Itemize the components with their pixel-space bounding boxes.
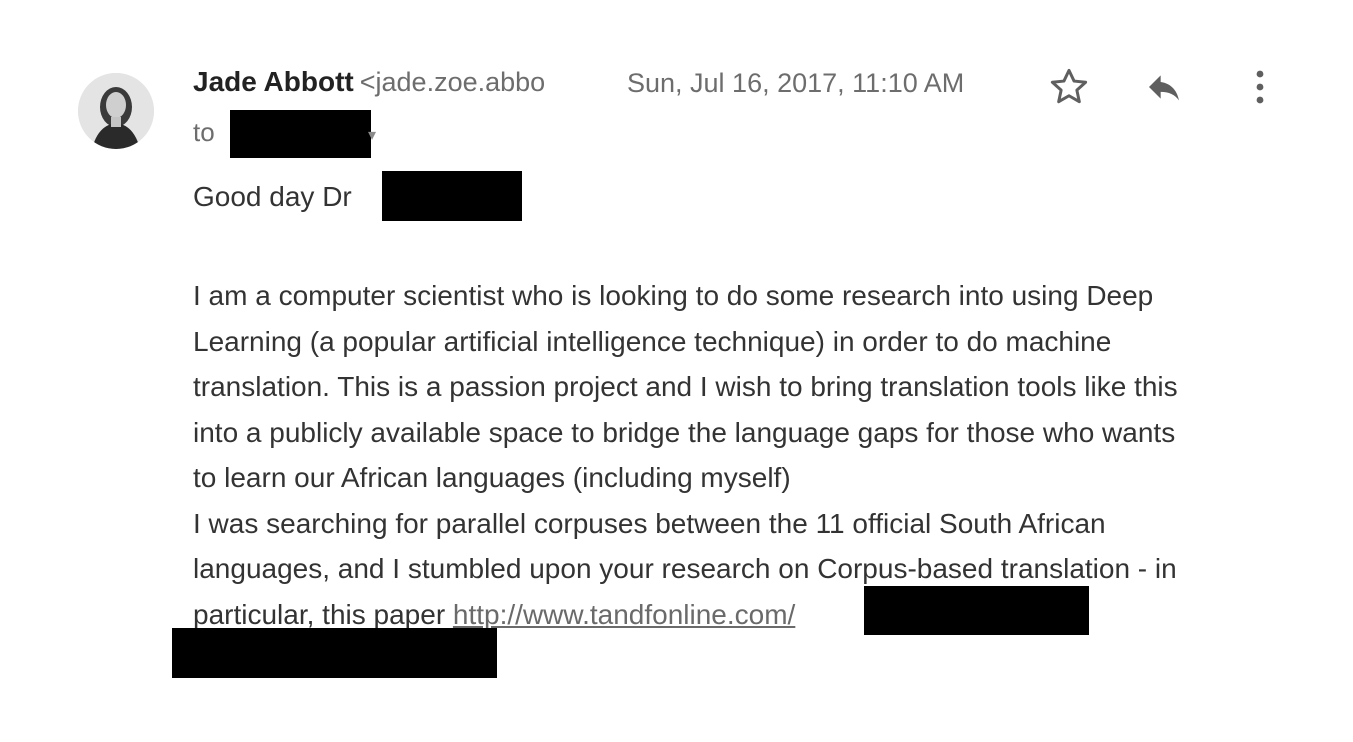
sender-name[interactable]: Jade Abbott [193,66,354,98]
body-line: to learn our African languages (includin… [193,462,791,493]
more-vert-icon [1256,70,1264,104]
sender-line: Jade Abbott <jade.zoe.abbo [193,66,613,106]
body-line: languages, and I stumbled upon your rese… [193,553,1177,584]
recipient-details-chevron-icon[interactable]: ▾ [368,125,376,145]
redaction-link-continuation [172,628,497,678]
redaction-link-path [864,586,1089,635]
body-line: I was searching for parallel corpuses be… [193,507,1106,539]
body-line: Learning (a popular artificial intellige… [193,325,1112,357]
body-line: I am a computer scientist who is looking… [193,280,1154,311]
email-date: Sun, Jul 16, 2017, 11:10 AM [627,68,965,98]
body-line: translation. This is a passion project a… [193,371,1178,402]
body-line: into a publicly available space to bridg… [193,416,1176,448]
body-line-prefix: particular, this paper [193,598,453,630]
star-button[interactable] [1044,62,1094,112]
sender-avatar[interactable] [78,73,154,149]
redaction-greeting-name [382,171,522,221]
redaction-recipient [230,110,371,158]
more-options-button[interactable] [1240,62,1280,112]
sender-email: <jade.zoe.abbo [359,67,546,97]
greeting-text: Good day Dr [193,181,352,212]
recipient-label: to [193,117,215,147]
email-body: I am a computer scientist who is looking… [193,273,1303,637]
star-icon [1050,68,1088,104]
reply-icon [1149,75,1179,101]
paper-link[interactable]: http://www.tandfonline.com/ [453,599,795,630]
reply-button[interactable] [1138,62,1190,112]
